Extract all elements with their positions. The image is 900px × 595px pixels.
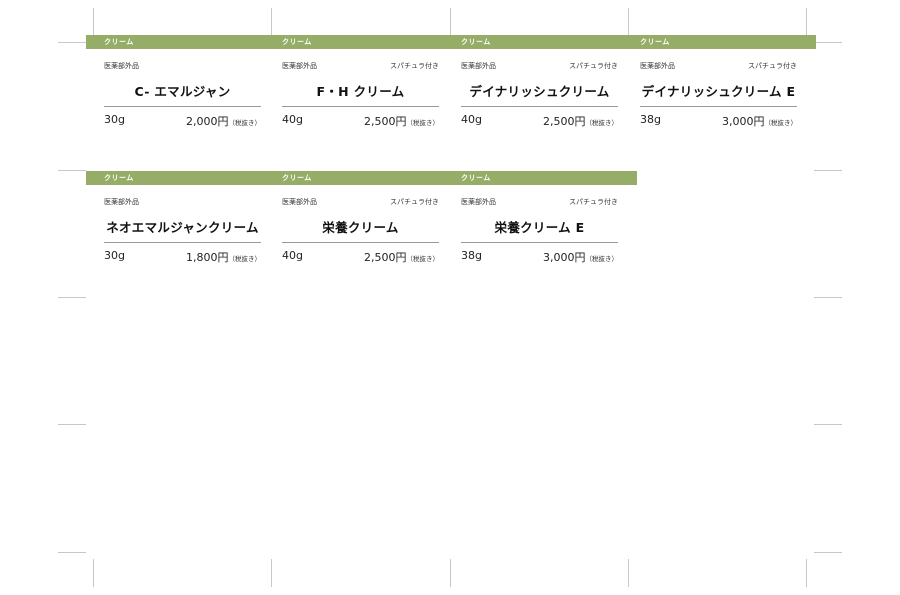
category-label: クリーム: [461, 38, 491, 46]
divider: [104, 242, 261, 243]
spatula-note: スパチュラ付き: [569, 62, 618, 70]
divider: [104, 106, 261, 107]
product-price: 2,500円（税抜き）: [364, 249, 439, 265]
spatula-note: スパチュラ付き: [569, 198, 618, 206]
divider: [461, 242, 618, 243]
price-value: 2,000円: [186, 115, 229, 128]
product-card: クリーム 医薬部外品 スパチュラ付き デイナリッシュクリーム E 38g 3,0…: [640, 35, 797, 145]
product-price: 1,800円（税抜き）: [186, 249, 261, 265]
product-weight: 38g: [640, 113, 661, 126]
price-value: 1,800円: [186, 251, 229, 264]
category-label: クリーム: [461, 174, 491, 182]
spatula-note: スパチュラ付き: [390, 62, 439, 70]
product-price: 2,000円（税抜き）: [186, 113, 261, 129]
product-price: 3,000円（税抜き）: [543, 249, 618, 265]
category-label: クリーム: [282, 38, 312, 46]
tax-note: （税抜き）: [228, 119, 262, 127]
quasi-drug-tag: 医薬部外品: [104, 198, 139, 206]
category-label: クリーム: [104, 174, 134, 182]
product-weight: 38g: [461, 249, 482, 262]
tax-note: （税抜き）: [585, 119, 619, 127]
quasi-drug-tag: 医薬部外品: [282, 62, 317, 70]
product-name: ネオエマルジャンクリーム: [106, 220, 259, 235]
product-name: C- エマルジャン: [134, 84, 231, 99]
product-card: クリーム 医薬部外品 スパチュラ付き F・H クリーム 40g 2,500円（税…: [282, 35, 439, 145]
product-name: 栄養クリーム E: [494, 220, 585, 235]
tax-note: （税抜き）: [585, 255, 619, 263]
product-weight: 30g: [104, 249, 125, 262]
price-value: 3,000円: [543, 251, 586, 264]
product-price: 2,500円（税抜き）: [364, 113, 439, 129]
divider: [461, 106, 618, 107]
category-label: クリーム: [104, 38, 134, 46]
spatula-note: スパチュラ付き: [748, 62, 797, 70]
price-value: 2,500円: [543, 115, 586, 128]
product-price: 2,500円（税抜き）: [543, 113, 618, 129]
product-card: クリーム 医薬部外品 スパチュラ付き 栄養クリーム E 38g 3,000円（税…: [461, 171, 618, 281]
quasi-drug-tag: 医薬部外品: [461, 62, 496, 70]
product-weight: 40g: [461, 113, 482, 126]
product-price: 3,000円（税抜き）: [722, 113, 797, 129]
spatula-note: スパチュラ付き: [390, 198, 439, 206]
product-weight: 30g: [104, 113, 125, 126]
product-card: クリーム 医薬部外品 スパチュラ付き デイナリッシュクリーム 40g 2,500…: [461, 35, 618, 145]
tax-note: （税抜き）: [406, 119, 440, 127]
divider: [282, 106, 439, 107]
product-name: 栄養クリーム: [322, 220, 399, 235]
price-value: 3,000円: [722, 115, 765, 128]
product-card: クリーム 医薬部外品 C- エマルジャン 30g 2,000円（税抜き）: [104, 35, 261, 145]
category-label: クリーム: [282, 174, 312, 182]
product-card: クリーム 医薬部外品 ネオエマルジャンクリーム 30g 1,800円（税抜き）: [104, 171, 261, 281]
tax-note: （税抜き）: [406, 255, 440, 263]
divider: [282, 242, 439, 243]
product-name: F・H クリーム: [316, 84, 405, 99]
category-label: クリーム: [640, 38, 670, 46]
quasi-drug-tag: 医薬部外品: [461, 198, 496, 206]
tax-note: （税抜き）: [228, 255, 262, 263]
price-value: 2,500円: [364, 115, 407, 128]
product-weight: 40g: [282, 113, 303, 126]
tax-note: （税抜き）: [764, 119, 798, 127]
quasi-drug-tag: 医薬部外品: [104, 62, 139, 70]
price-value: 2,500円: [364, 251, 407, 264]
quasi-drug-tag: 医薬部外品: [282, 198, 317, 206]
product-weight: 40g: [282, 249, 303, 262]
product-card: クリーム 医薬部外品 スパチュラ付き 栄養クリーム 40g 2,500円（税抜き…: [282, 171, 439, 281]
product-name: デイナリッシュクリーム: [469, 84, 610, 99]
quasi-drug-tag: 医薬部外品: [640, 62, 675, 70]
product-name: デイナリッシュクリーム E: [641, 84, 796, 99]
divider: [640, 106, 797, 107]
